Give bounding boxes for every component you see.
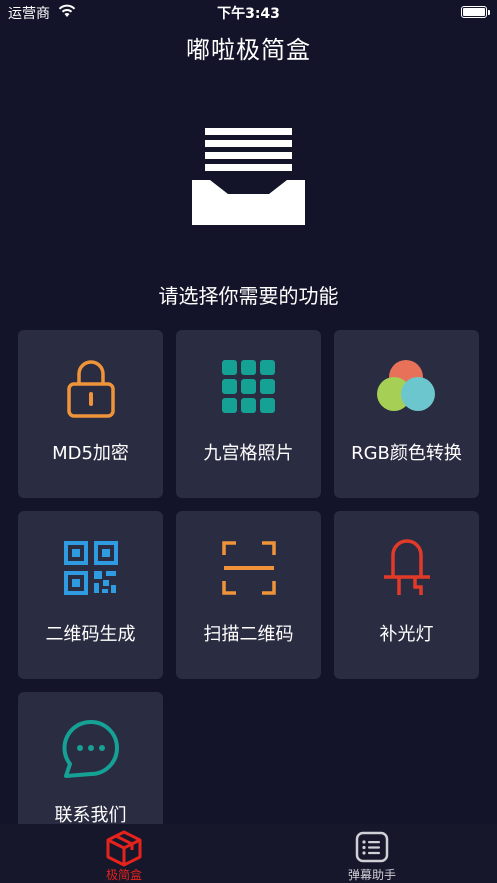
feature-rgb-card[interactable]: RGB颜色转换 <box>334 330 479 498</box>
battery-icon <box>461 6 490 18</box>
scan-frame-icon <box>222 541 276 595</box>
message-list-icon <box>355 831 389 863</box>
page-title: 嘟啦极简盒 <box>186 36 311 64</box>
tab-label: 弹幕助手 <box>347 868 396 882</box>
subtitle: 请选择你需要的功能 <box>158 284 339 308</box>
inbox-tray-icon <box>192 128 305 225</box>
padlock-icon <box>67 360 115 418</box>
tab-jijianhe[interactable]: 极简盒 <box>44 824 204 883</box>
led-light-icon <box>384 539 430 595</box>
feature-contact-card[interactable]: 联系我们 <box>18 692 163 824</box>
feature-qr-generate-card[interactable]: 二维码生成 <box>18 511 163 679</box>
tab-bar: 极简盒 弹幕助手 <box>0 824 497 883</box>
status-time: 下午3:43 <box>217 6 280 22</box>
feature-nine-grid-card[interactable]: 九宫格照片 <box>176 330 321 498</box>
feature-label: 扫描二维码 <box>203 624 294 645</box>
chat-bubble-icon <box>62 719 119 778</box>
qr-code-icon <box>64 541 118 595</box>
feature-label: 九宫格照片 <box>203 443 294 464</box>
feature-label: MD5加密 <box>52 443 129 464</box>
tab-label: 极简盒 <box>105 868 142 882</box>
nine-grid-icon <box>222 360 275 413</box>
color-circles-icon <box>377 360 435 411</box>
feature-label: 二维码生成 <box>45 624 136 645</box>
feature-label: 补光灯 <box>379 624 434 645</box>
feature-label: 联系我们 <box>54 805 127 824</box>
status-bar: 运营商 下午3:43 <box>0 0 497 24</box>
feature-grid: MD5加密 九宫格照片 RGB颜色转换 二维码生成 扫描二维码 补光灯 联系我们 <box>18 330 479 824</box>
feature-fill-light-card[interactable]: 补光灯 <box>334 511 479 679</box>
feature-label: RGB颜色转换 <box>351 443 462 464</box>
tab-danmu-helper[interactable]: 弹幕助手 <box>292 824 452 883</box>
feature-scan-card[interactable]: 扫描二维码 <box>176 511 321 679</box>
box-icon <box>106 830 142 867</box>
feature-md5-card[interactable]: MD5加密 <box>18 330 163 498</box>
